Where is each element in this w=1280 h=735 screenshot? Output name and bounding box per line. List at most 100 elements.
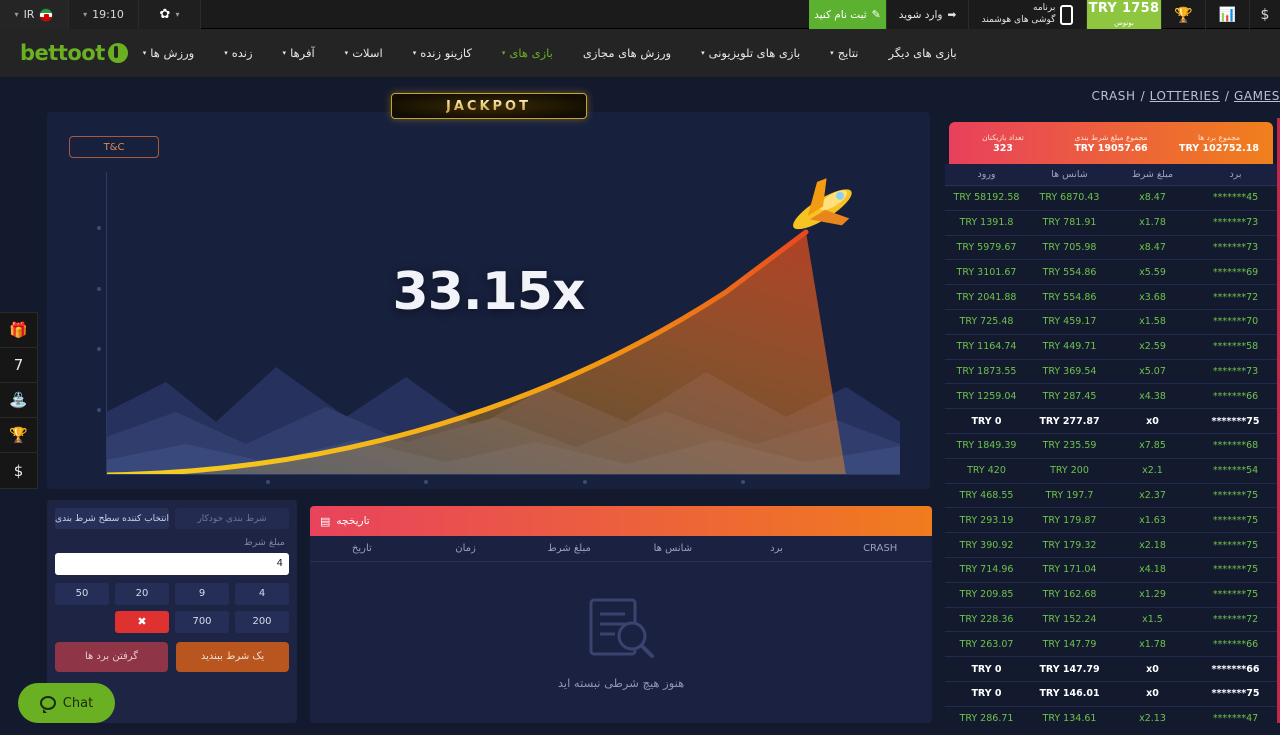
leaderboard-cell-user: *******75 [1211,415,1260,427]
document-search-icon [589,598,654,658]
language-selector[interactable]: ▾ IR [0,0,69,29]
chip-50[interactable]: 50 [55,582,109,605]
leaderboard-cell-user: *******66 [1211,663,1260,675]
bet-chip-grid: 50 20 9 4 ✖ 700 200 [55,582,289,633]
multiplier-display: 33.15x [392,262,585,322]
breadcrumb-lotteries[interactable]: LOTTERIES [1150,89,1220,103]
leaderboard-cell-win: TRY 725.48 [959,316,1014,328]
leaderboard-cell-odds: x1.78 [1139,638,1166,650]
place-bet-button[interactable]: یک شرط ببندید [176,641,289,672]
nav-label: اسلات [352,46,383,60]
nav-label: بازی های [509,46,553,60]
dollar-coin-icon[interactable]: $ [0,453,37,488]
leaderboard-cell-odds: x1.63 [1139,514,1166,526]
tab-manual-bet[interactable]: انتخاب کننده سطح شرط بندی [55,508,169,529]
take-wins-button[interactable]: گرفتن برد ها [55,641,168,672]
leaderboard-cell-win: TRY 58192.58 [953,192,1020,204]
chip-9[interactable]: 9 [175,582,229,605]
logo-text: bettoot [20,41,105,65]
nav-item-live[interactable]: زنده ▾ [209,46,267,60]
trophy-icon[interactable]: 🏆 [0,418,37,453]
chip-20[interactable]: 20 [115,582,169,605]
logo-mark-icon [107,43,128,63]
trophy-icon: 🏆 [1174,5,1193,24]
stat-total-bets-label: مجموع مبلغ شرط بندی [1074,132,1148,142]
tournaments-button[interactable]: 🏆 [1162,0,1206,29]
breadcrumb-separator: / [1140,89,1145,103]
chevron-down-icon: ▾ [175,10,180,19]
mountain-svg [107,178,900,474]
leaderboard-col-win: برد [1229,169,1242,180]
leaderboard-cell-bet: TRY 6870.43 [1039,192,1100,204]
time-selector[interactable]: ▾ 19:10 [69,0,139,29]
nav-item-results[interactable]: نتایج ▾ [815,46,873,60]
history-col-odds: شانس ها [653,543,693,554]
breadcrumb-games[interactable]: GAMES [1234,89,1280,103]
stat-players: تعداد بازیکنان 323 [949,122,1057,164]
statistics-button[interactable]: 📊 [1206,0,1250,29]
terms-conditions-button[interactable]: T&C [69,136,159,158]
chip-4[interactable]: 4 [235,582,289,605]
table-row: *******75 x0 TRY 277.87 TRY 0 [945,409,1277,434]
chip-700[interactable]: 700 [175,610,229,633]
leaderboard-cell-bet: TRY 171.04 [1042,564,1097,576]
pencil-icon: ✎ [871,8,881,21]
leaderboard-cell-user: *******75 [1212,514,1259,526]
table-row: *******66 x1.78 TRY 147.79 TRY 263.07 [945,632,1277,658]
history-icon: ▤ [320,514,331,528]
signup-button[interactable]: ثبت نام کنید ✎ [809,0,887,29]
bonus-balance[interactable]: TRY 1758 بونوس [1087,0,1162,29]
stat-total-bets-value: TRY 19057.66 [1074,142,1148,154]
bet-amount-input[interactable] [55,552,289,575]
fountain-icon[interactable]: ⛲ [0,383,37,418]
settings-button[interactable]: ✿ ▾ [139,0,201,29]
history-empty-message: هنوز هیچ شرطی نبسته اید [557,676,685,690]
nav-item-offers[interactable]: آفرها ▾ [268,46,330,60]
currency-button[interactable]: $ [1250,0,1280,29]
leaderboard-cell-user: *******70 [1212,316,1259,328]
site-logo[interactable]: bettoot [20,41,128,65]
tab-auto-bet[interactable]: شرط بندی خودکار [175,508,289,529]
leaderboard-col-user: ورود [977,169,996,180]
leaderboard-cell-user: *******72 [1212,613,1259,625]
leaderboard-cell-user: *******75 [1212,589,1259,601]
leaderboard-cell-user: *******69 [1212,266,1259,278]
table-row: *******75 x2.18 TRY 179.32 TRY 390.92 [945,533,1277,558]
chevron-down-icon: ▾ [501,49,506,57]
seven-icon[interactable]: 7 [0,348,37,383]
table-row: *******73 x1.78 TRY 781.91 TRY 1391.8 [945,211,1277,236]
bonus-amount: TRY 1758 [1088,0,1160,16]
nav-item-virtual-sports[interactable]: ورزش های مجازی [568,46,686,60]
nav-item-live-casino[interactable]: کازینو زنده ▾ [398,46,487,60]
login-button[interactable]: وارد شوید ➡ [887,0,969,29]
table-row: *******54 x2.1 TRY 200 TRY 420 [945,459,1277,484]
nav-item-slots[interactable]: اسلات ▾ [330,46,398,60]
nav-item-sports[interactable]: ورزش ها ▾ [128,46,209,60]
leaderboard-cell-odds: x4.18 [1139,564,1166,576]
leaderboard-cell-bet: TRY 179.32 [1042,539,1097,551]
gift-icon[interactable]: 🎁 [0,313,37,348]
background-mountains [107,172,900,474]
nav-item-other-games[interactable]: بازی های دیگر [874,46,972,60]
chevron-down-icon: ▾ [83,10,88,19]
chevron-down-icon: ▾ [344,49,349,57]
stat-total-wins: مجموع برد ها TRY 102752.18 [1165,122,1273,164]
leaderboard-cell-bet: TRY 554.86 [1042,266,1097,278]
clear-x-icon[interactable]: ✖ [115,610,169,633]
table-row: *******75 x1.29 TRY 162.68 TRY 209.85 [945,583,1277,608]
nav-item-games[interactable]: بازی های ▾ [487,46,568,60]
chip-200[interactable]: 200 [235,610,289,633]
jackpot-banner[interactable]: JACKPOT [390,93,587,119]
mobile-apps-button[interactable]: برنامه گوشی های هوشمند [969,0,1087,29]
leaderboard-column-headers: ورود شانس ها مبلغ شرط برد [945,164,1277,186]
nav-label: بازی های تلویزیونی [708,46,801,60]
dollar-glyph: $ [13,461,24,480]
chat-widget-button[interactable]: Chat [18,683,115,723]
history-col-bet: مبلغ شرط [547,543,591,554]
nav-item-tv-games[interactable]: بازی های تلویزیونی ▾ [686,46,815,60]
app-root: ▾ IR ▾ 19:10 ✿ ▾ ثبت نام کنید ✎ وارد شوی… [0,0,1280,735]
apps-line-1: برنامه [1033,3,1056,14]
leaderboard-cell-odds: x1.29 [1139,589,1166,601]
leaderboard-cell-odds: x2.13 [1139,713,1166,723]
leaderboard-cell-win: TRY 293.19 [959,514,1014,526]
